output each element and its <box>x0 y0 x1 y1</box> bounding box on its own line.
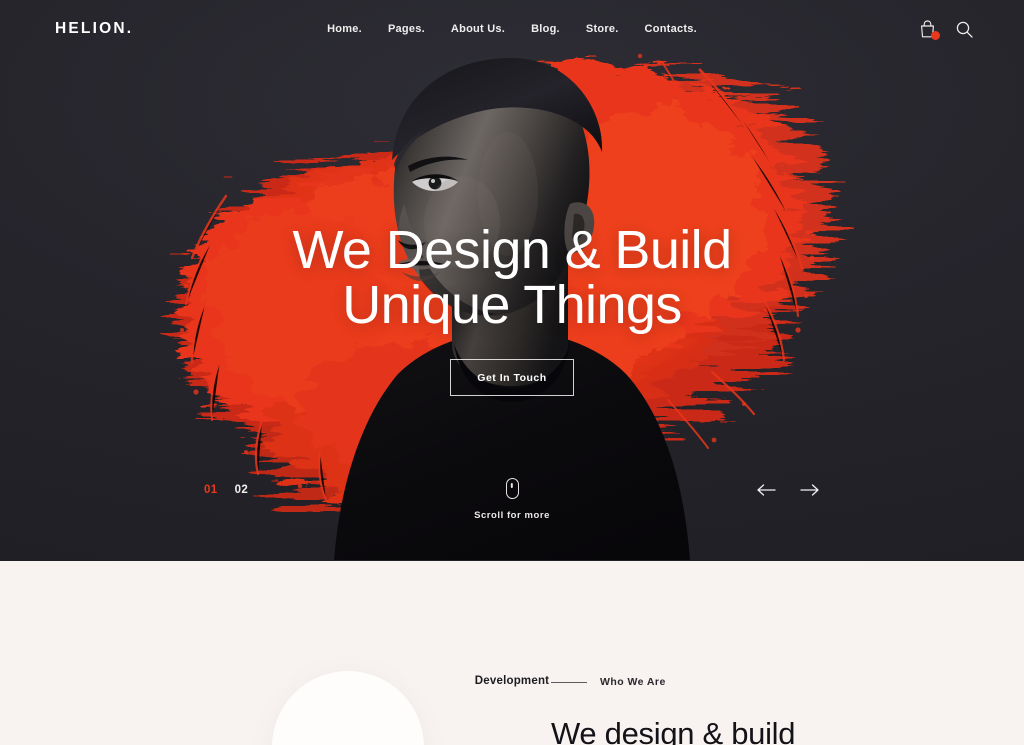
hero-headline: We Design & Build Unique Things <box>0 223 1024 333</box>
nav-item-about-us[interactable]: About Us. <box>451 23 505 35</box>
nav-item-store[interactable]: Store. <box>586 23 619 35</box>
hero-section: We Design & Build Unique Things Get In T… <box>0 0 1024 561</box>
slider-arrow-controls <box>756 481 820 499</box>
header-actions <box>917 18 974 40</box>
about-eyebrow-label: Who We Are <box>600 676 666 688</box>
about-heading-line-1: We design & build <box>551 716 796 745</box>
mouse-icon <box>505 478 519 499</box>
arrow-left-icon[interactable] <box>756 481 776 499</box>
development-label: Development <box>474 675 550 687</box>
eyebrow-divider <box>551 681 587 683</box>
nav-item-home[interactable]: Home. <box>327 23 362 35</box>
cart-badge <box>931 31 940 40</box>
nav-item-pages[interactable]: Pages. <box>388 23 425 35</box>
about-content: Who We Are We design & build all kinds o… <box>551 676 796 745</box>
site-header: HELION. Home. Pages. About Us. Blog. Sto… <box>0 0 1024 59</box>
main-navigation: Home. Pages. About Us. Blog. Store. Cont… <box>0 23 1024 35</box>
scroll-hint-label: Scroll for more <box>474 510 550 521</box>
about-section: Development Who We Are We design & build… <box>0 561 1024 745</box>
hero-headline-line-2: Unique Things <box>342 275 682 335</box>
scroll-for-more-indicator[interactable]: Scroll for more <box>0 478 1024 521</box>
nav-item-contacts[interactable]: Contacts. <box>645 23 697 35</box>
page-root: We Design & Build Unique Things Get In T… <box>0 0 1024 745</box>
about-heading: We design & build all kinds of things <box>551 715 796 745</box>
hero-cta-wrapper: Get In Touch <box>0 359 1024 396</box>
shopping-bag-icon[interactable] <box>917 18 940 40</box>
get-in-touch-button[interactable]: Get In Touch <box>450 359 574 396</box>
about-eyebrow: Who We Are <box>551 676 795 688</box>
search-icon[interactable] <box>954 18 974 40</box>
arrow-right-icon[interactable] <box>800 481 820 499</box>
nav-item-blog[interactable]: Blog. <box>531 23 560 35</box>
hero-headline-line-1: We Design & Build <box>292 220 732 280</box>
